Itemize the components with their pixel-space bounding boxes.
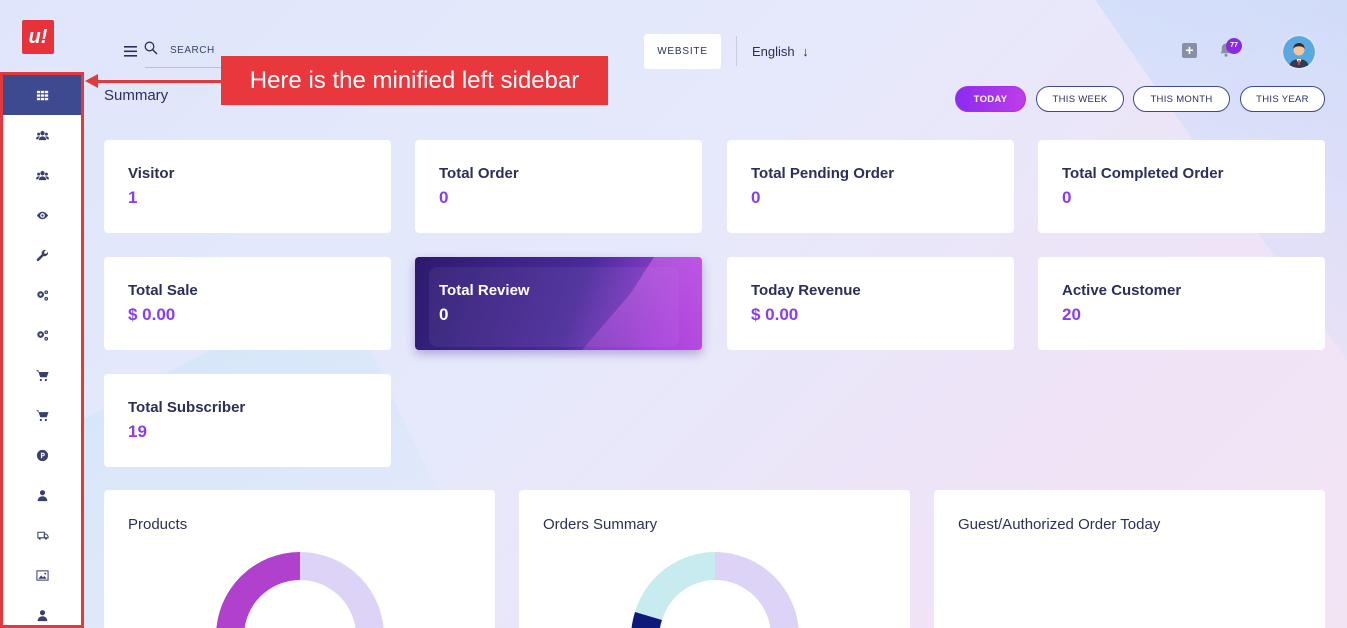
stat-card-active-customer: Active Customer 20 xyxy=(1038,257,1325,350)
panel-title: Orders Summary xyxy=(543,516,658,533)
stat-card-total-review: Total Review 0 xyxy=(415,257,702,350)
orders-summary-panel: Orders Summary xyxy=(519,490,910,628)
arrow-down-icon: ↓ xyxy=(802,44,809,59)
sidebar-item-delivery[interactable] xyxy=(3,515,81,555)
user-avatar[interactable] xyxy=(1281,34,1317,70)
filter-this-month-button[interactable]: THIS MONTH xyxy=(1133,86,1230,112)
app-logo[interactable]: u! xyxy=(22,20,54,54)
donut-segment xyxy=(300,552,384,628)
user-alt-icon xyxy=(37,609,47,621)
sidebar-item-products[interactable] xyxy=(3,435,81,475)
language-label: English xyxy=(752,44,795,59)
donut-segment xyxy=(635,552,715,620)
sidebar-item-tools[interactable] xyxy=(3,235,81,275)
sidebar-item-staff[interactable] xyxy=(3,595,81,628)
eye-icon xyxy=(36,211,48,219)
cart-icon xyxy=(35,369,49,381)
panel-title: Products xyxy=(128,516,188,533)
stat-label: Total Review xyxy=(439,282,530,299)
donut-segment xyxy=(715,552,799,628)
stat-card-total-completed-order: Total Completed Order 0 xyxy=(1038,140,1325,233)
sidebar-item-orders[interactable] xyxy=(3,355,81,395)
stat-card-visitor: Visitor 1 xyxy=(104,140,391,233)
annotation-callout: Here is the minified left sidebar xyxy=(221,56,608,105)
stat-value: 0 xyxy=(439,305,449,324)
callout-arrow-head xyxy=(85,74,98,88)
sidebar-item-media[interactable] xyxy=(3,555,81,595)
stat-card-today-revenue: Today Revenue $ 0.00 xyxy=(727,257,1014,350)
sidebar-item-users[interactable] xyxy=(3,115,81,155)
filter-today-button[interactable]: TODAY xyxy=(955,86,1026,112)
plus-square-icon[interactable]: + xyxy=(1182,43,1197,58)
panel-title: Guest/Authorized Order Today xyxy=(958,516,1161,533)
guest-authorized-order-panel: Guest/Authorized Order Today xyxy=(934,490,1325,628)
filter-this-week-button[interactable]: THIS WEEK xyxy=(1036,86,1124,112)
stat-label: Total Subscriber xyxy=(128,399,246,416)
stat-label: Total Completed Order xyxy=(1062,165,1224,182)
sidebar-item-users-group[interactable] xyxy=(3,155,81,195)
stat-card-total-pending-order: Total Pending Order 0 xyxy=(727,140,1014,233)
wrench-icon xyxy=(36,249,48,261)
stat-card-total-sale: Total Sale $ 0.00 xyxy=(104,257,391,350)
gears-icon xyxy=(36,289,48,301)
hamburger-menu-icon[interactable] xyxy=(124,44,137,62)
search-input[interactable]: SEARCH xyxy=(170,45,215,56)
stat-value: 0 xyxy=(751,188,761,207)
donut-segment xyxy=(216,552,300,628)
users-icon xyxy=(35,130,49,140)
stat-value: 0 xyxy=(1062,188,1072,207)
stat-value: $ 0.00 xyxy=(128,305,176,324)
stat-value: 1 xyxy=(128,188,138,207)
dashboard-grid-icon xyxy=(36,90,48,100)
sidebar-item-orders-alt[interactable] xyxy=(3,395,81,435)
topbar-divider xyxy=(736,36,737,66)
website-button[interactable]: WEBSITE xyxy=(644,34,721,69)
stat-value: $ 0.00 xyxy=(751,305,799,324)
sidebar-item-customers[interactable] xyxy=(3,475,81,515)
page-title: Summary xyxy=(104,87,169,104)
filter-this-year-button[interactable]: THIS YEAR xyxy=(1240,86,1325,112)
stat-value: 0 xyxy=(439,188,449,207)
cart-alt-icon xyxy=(35,409,49,421)
stat-label: Total Pending Order xyxy=(751,165,895,182)
sidebar-item-views[interactable] xyxy=(3,195,81,235)
product-p-icon xyxy=(36,449,48,461)
stat-card-total-order: Total Order 0 xyxy=(415,140,702,233)
delivery-truck-icon xyxy=(36,531,49,540)
stat-label: Total Order xyxy=(439,165,519,182)
products-panel: Products xyxy=(104,490,495,628)
products-donut-chart xyxy=(216,552,384,628)
stat-label: Today Revenue xyxy=(751,282,861,299)
stat-card-total-subscriber: Total Subscriber 19 xyxy=(104,374,391,467)
stat-value: 20 xyxy=(1062,305,1081,324)
sidebar-item-dashboard[interactable] xyxy=(3,75,81,115)
user-icon xyxy=(37,489,47,501)
sidebar-item-settings[interactable] xyxy=(3,275,81,315)
stat-value: 19 xyxy=(128,422,147,441)
stat-label: Total Sale xyxy=(128,282,198,299)
image-icon xyxy=(35,569,49,581)
sidebar-item-settings-alt[interactable] xyxy=(3,315,81,355)
language-selector[interactable]: English ↓ xyxy=(752,44,809,59)
users-group-icon xyxy=(35,170,49,180)
callout-arrow xyxy=(96,80,222,83)
orders-donut-chart xyxy=(631,552,799,628)
stat-label: Visitor xyxy=(128,165,175,182)
notification-count-badge: 77 xyxy=(1226,38,1242,54)
stat-label: Active Customer xyxy=(1062,282,1182,299)
gears-alt-icon xyxy=(36,329,48,341)
minified-left-sidebar xyxy=(0,72,84,628)
search-icon[interactable] xyxy=(144,41,158,60)
